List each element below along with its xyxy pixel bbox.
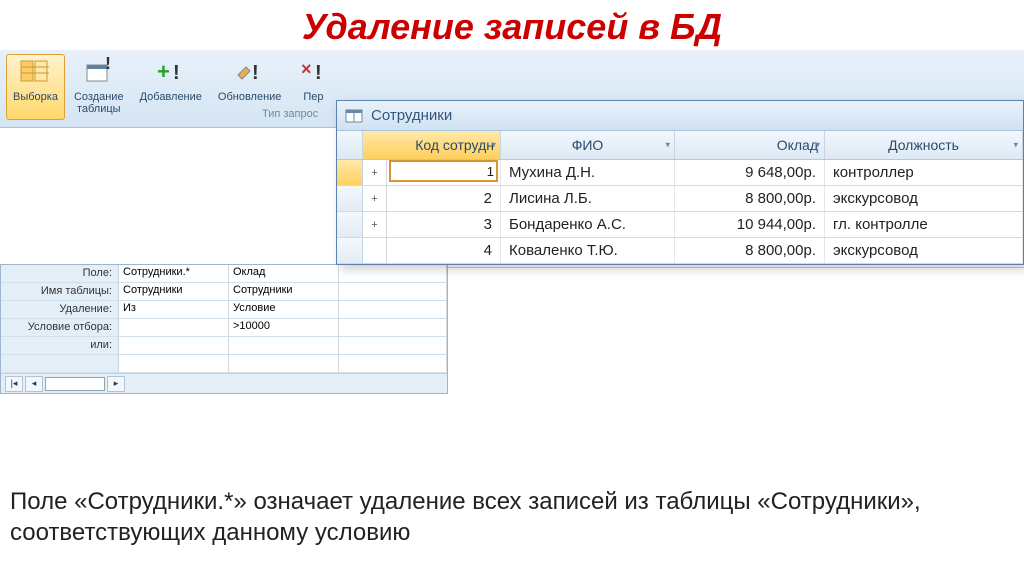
ribbon-append-btn[interactable]: +! Добавление — [133, 54, 209, 120]
cell-oklad[interactable]: 8 800,00р. — [675, 186, 825, 211]
datasheet-icon — [345, 107, 363, 125]
ribbon-label: Добавление — [140, 91, 202, 103]
ribbon-label: Создание таблицы — [74, 91, 124, 115]
datasheet-header-row: Код сотрудн▾ ФИО▾ Оклад▾ Должность▾ — [337, 131, 1023, 160]
col-header-oklad[interactable]: Оклад▾ — [675, 131, 825, 159]
cell-pos[interactable]: экскурсовод — [825, 238, 1023, 263]
cell-oklad[interactable]: 10 944,00р. — [675, 212, 825, 237]
col-header-pos[interactable]: Должность▾ — [825, 131, 1023, 159]
grid-label-blank — [1, 355, 119, 372]
nav-next-icon[interactable]: ▸ — [107, 376, 125, 392]
grid-label-delete: Удаление: — [1, 301, 119, 318]
dropdown-icon[interactable]: ▾ — [1013, 140, 1018, 151]
ribbon-maketable-btn[interactable]: ! Создание таблицы — [67, 54, 131, 120]
update-query-icon: ! — [234, 57, 266, 89]
table-row[interactable]: + 1 Мухина Д.Н. 9 648,00р. контроллер — [337, 160, 1023, 186]
grid-cell[interactable] — [339, 337, 447, 354]
grid-cell[interactable]: Из — [119, 301, 229, 318]
svg-text:+: + — [157, 59, 170, 84]
row-selector[interactable] — [337, 186, 363, 211]
select-query-icon — [19, 57, 51, 89]
cell-fio[interactable]: Коваленко Т.Ю. — [501, 238, 675, 263]
cell-id[interactable]: 4 — [387, 238, 501, 263]
grid-cell[interactable] — [339, 265, 447, 282]
nav-first-icon[interactable]: |◂ — [5, 376, 23, 392]
dropdown-icon[interactable]: ▾ — [815, 140, 820, 151]
ribbon-label: Обновление — [218, 91, 282, 103]
grid-cell[interactable] — [119, 337, 229, 354]
append-query-icon: +! — [155, 57, 187, 89]
nav-prev-icon[interactable]: ◂ — [25, 376, 43, 392]
dropdown-icon[interactable]: ▾ — [665, 140, 670, 151]
svg-text:!: ! — [252, 62, 259, 84]
cell-pos[interactable]: контроллер — [825, 160, 1023, 185]
datasheet-titlebar[interactable]: Сотрудники — [337, 101, 1023, 131]
table-row[interactable]: + 2 Лисина Л.Б. 8 800,00р. экскурсовод — [337, 186, 1023, 212]
row-selector[interactable] — [337, 238, 363, 263]
table-row[interactable]: + 3 Бондаренко А.С. 10 944,00р. гл. конт… — [337, 212, 1023, 238]
datasheet-window: Сотрудники Код сотрудн▾ ФИО▾ Оклад▾ Долж… — [336, 100, 1024, 265]
grid-cell[interactable]: >10000 — [229, 319, 339, 336]
cell-oklad[interactable]: 9 648,00р. — [675, 160, 825, 185]
grid-cell[interactable] — [339, 319, 447, 336]
grid-label-field: Поле: — [1, 265, 119, 282]
grid-cell[interactable]: Условие — [229, 301, 339, 318]
footer-explanation: Поле «Сотрудники.*» означает удаление вс… — [10, 486, 1010, 548]
table-row[interactable]: 4 Коваленко Т.Ю. 8 800,00р. экскурсовод — [337, 238, 1023, 264]
grid-label-criteria: Условие отбора: — [1, 319, 119, 336]
cell-id[interactable]: 3 — [387, 212, 501, 237]
expand-icon[interactable] — [363, 238, 387, 263]
grid-cell[interactable]: Сотрудники — [229, 283, 339, 300]
cell-pos[interactable]: экскурсовод — [825, 186, 1023, 211]
query-grid: Поле: Сотрудники.* Оклад Имя таблицы: Со… — [0, 264, 448, 394]
grid-cell[interactable] — [339, 301, 447, 318]
svg-text:×: × — [301, 59, 312, 79]
ribbon-group-label: Тип запрос — [262, 108, 318, 120]
cell-id[interactable]: 2 — [387, 186, 501, 211]
cell-fio[interactable]: Лисина Л.Б. — [501, 186, 675, 211]
dropdown-icon[interactable]: ▾ — [491, 140, 496, 151]
make-table-icon: ! — [83, 57, 115, 89]
col-header-id[interactable]: Код сотрудн▾ — [363, 131, 501, 159]
cell-fio[interactable]: Бондаренко А.С. — [501, 212, 675, 237]
crosstab-icon: ×! — [297, 57, 329, 89]
editing-cell[interactable]: 1 — [389, 160, 498, 182]
grid-cell[interactable] — [119, 319, 229, 336]
cell-pos[interactable]: гл. контролле — [825, 212, 1023, 237]
cell-oklad[interactable]: 8 800,00р. — [675, 238, 825, 263]
svg-text:!: ! — [173, 62, 180, 84]
nav-input[interactable] — [45, 377, 105, 391]
grid-label-table: Имя таблицы: — [1, 283, 119, 300]
svg-text:!: ! — [105, 57, 111, 73]
grid-cell[interactable]: Сотрудники — [119, 283, 229, 300]
select-all-corner[interactable] — [337, 131, 363, 159]
grid-label-or: или: — [1, 337, 119, 354]
grid-cell[interactable] — [119, 355, 229, 372]
slide-title: Удаление записей в БД — [0, 0, 1024, 50]
ribbon-label: Выборка — [13, 91, 58, 103]
grid-cell[interactable] — [229, 337, 339, 354]
grid-cell[interactable] — [339, 355, 447, 372]
row-selector[interactable] — [337, 160, 363, 185]
grid-nav: |◂ ◂ ▸ — [1, 373, 447, 393]
expand-icon[interactable]: + — [363, 212, 387, 237]
ribbon-select-btn[interactable]: Выборка — [6, 54, 65, 120]
col-header-fio[interactable]: ФИО▾ — [501, 131, 675, 159]
grid-cell[interactable] — [339, 283, 447, 300]
grid-cell[interactable]: Оклад — [229, 265, 339, 282]
ribbon-label: Пер — [303, 91, 323, 103]
svg-text:!: ! — [315, 62, 322, 84]
expand-icon[interactable]: + — [363, 186, 387, 211]
cell-fio[interactable]: Мухина Д.Н. — [501, 160, 675, 185]
row-selector[interactable] — [337, 212, 363, 237]
expand-icon[interactable]: + — [363, 160, 387, 185]
grid-cell[interactable] — [229, 355, 339, 372]
datasheet-title-text: Сотрудники — [371, 107, 452, 124]
grid-cell[interactable]: Сотрудники.* — [119, 265, 229, 282]
